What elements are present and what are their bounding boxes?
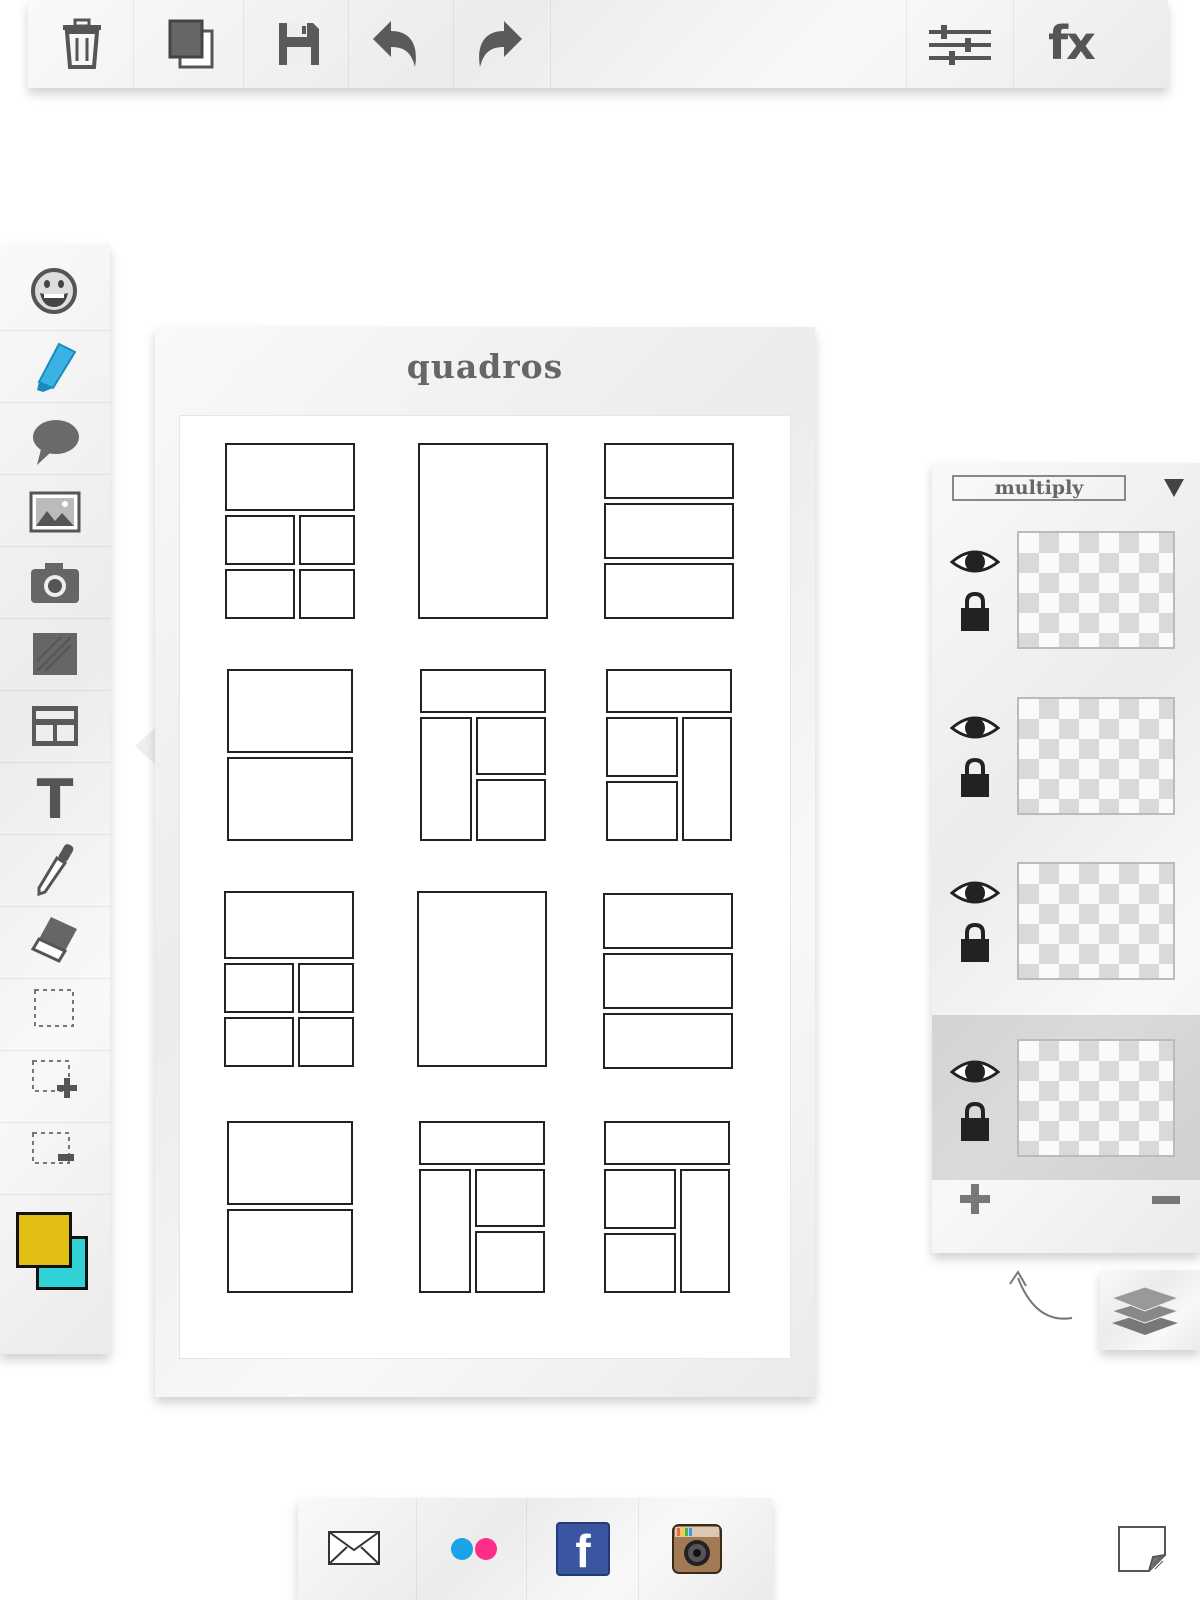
color-swatches[interactable] xyxy=(16,1212,96,1296)
panel-pointer xyxy=(135,726,157,766)
text-tool-icon[interactable]: T xyxy=(30,772,80,828)
panel-title: quadros xyxy=(406,347,564,386)
frame-layout-header-left-two-right-tall[interactable] xyxy=(606,669,738,845)
lock-icon[interactable] xyxy=(958,1101,992,1143)
plus-icon[interactable] xyxy=(956,1181,994,1217)
layer-thumbnail[interactable] xyxy=(1017,531,1175,649)
effects-icon[interactable]: fx xyxy=(1038,12,1104,74)
lock-icon[interactable] xyxy=(958,757,992,799)
layer-thumbnail[interactable] xyxy=(1017,1039,1175,1157)
facebook-glyph: f xyxy=(575,1525,591,1577)
speech-bubble-icon[interactable] xyxy=(28,416,82,468)
select-icon[interactable] xyxy=(30,986,78,1030)
minus-icon[interactable] xyxy=(1150,1191,1182,1209)
fx-label: fx xyxy=(1048,16,1096,70)
layer-row-selected[interactable] xyxy=(932,1015,1200,1180)
frame-layout-grid-top-four[interactable] xyxy=(222,891,354,1067)
frame-layout-grid-top-four[interactable] xyxy=(223,443,355,619)
layers-panel: multiply xyxy=(932,463,1200,1253)
curved-arrow-icon xyxy=(1006,1266,1076,1326)
new-page-icon[interactable] xyxy=(1116,1524,1168,1574)
frame-layout-single-tall[interactable] xyxy=(418,443,550,619)
blend-mode-select[interactable]: multiply xyxy=(952,475,1126,501)
redo-icon[interactable] xyxy=(471,16,527,72)
frame-layout-two-rows[interactable] xyxy=(227,669,359,845)
layer-row[interactable] xyxy=(932,519,1200,684)
frame-layout-two-rows[interactable] xyxy=(227,1121,359,1297)
frame-layout-three-rows[interactable] xyxy=(604,443,736,619)
camera-icon[interactable] xyxy=(28,560,82,606)
frames-tool-icon[interactable] xyxy=(30,704,80,748)
trash-icon[interactable] xyxy=(56,16,108,72)
lock-icon[interactable] xyxy=(958,591,992,633)
eye-icon[interactable] xyxy=(950,711,1000,745)
frame-layout-header-left-tall-right-two[interactable] xyxy=(420,669,552,845)
layers-toggle-button[interactable] xyxy=(1100,1270,1200,1350)
duplicate-icon[interactable] xyxy=(164,16,218,72)
layers-icon xyxy=(1110,1282,1180,1338)
select-subtract-icon[interactable] xyxy=(30,1130,82,1174)
eraser-icon[interactable] xyxy=(30,912,82,966)
primary-color-swatch[interactable] xyxy=(16,1212,72,1268)
eyedropper-icon[interactable] xyxy=(30,842,82,898)
eye-icon[interactable] xyxy=(950,545,1000,579)
image-icon[interactable] xyxy=(28,490,82,534)
frame-layout-header-left-tall-right-two[interactable] xyxy=(419,1121,551,1297)
frames-panel: quadros xyxy=(155,327,815,1397)
flickr-icon[interactable] xyxy=(448,1534,500,1564)
save-icon[interactable] xyxy=(273,18,325,70)
layer-thumbnail[interactable] xyxy=(1017,697,1175,815)
layer-row[interactable] xyxy=(932,850,1200,1015)
frame-layout-three-rows[interactable] xyxy=(603,893,735,1069)
dropdown-arrow-icon[interactable] xyxy=(1164,479,1184,497)
adjustments-icon[interactable] xyxy=(926,22,994,68)
sticker-smiley-icon[interactable] xyxy=(28,266,80,316)
select-add-icon[interactable] xyxy=(30,1058,82,1102)
layer-row[interactable] xyxy=(932,685,1200,850)
layer-thumbnail[interactable] xyxy=(1017,862,1175,980)
eye-icon[interactable] xyxy=(950,876,1000,910)
undo-icon[interactable] xyxy=(368,16,424,72)
eye-icon[interactable] xyxy=(950,1055,1000,1089)
share-bar: f xyxy=(298,1498,772,1600)
lock-icon[interactable] xyxy=(958,922,992,964)
instagram-icon[interactable] xyxy=(670,1522,724,1576)
frame-layout-single-tall[interactable] xyxy=(417,891,549,1067)
frames-grid xyxy=(179,415,791,1359)
email-icon[interactable] xyxy=(326,1528,382,1568)
frame-layout-header-left-two-right-tall[interactable] xyxy=(604,1121,736,1297)
left-toolbar: T xyxy=(0,244,110,1354)
top-toolbar: fx xyxy=(28,0,1168,88)
fill-icon[interactable] xyxy=(30,630,80,678)
brush-icon[interactable] xyxy=(30,340,80,394)
text-tool-glyph: T xyxy=(36,768,74,831)
facebook-icon[interactable]: f xyxy=(556,1522,610,1576)
